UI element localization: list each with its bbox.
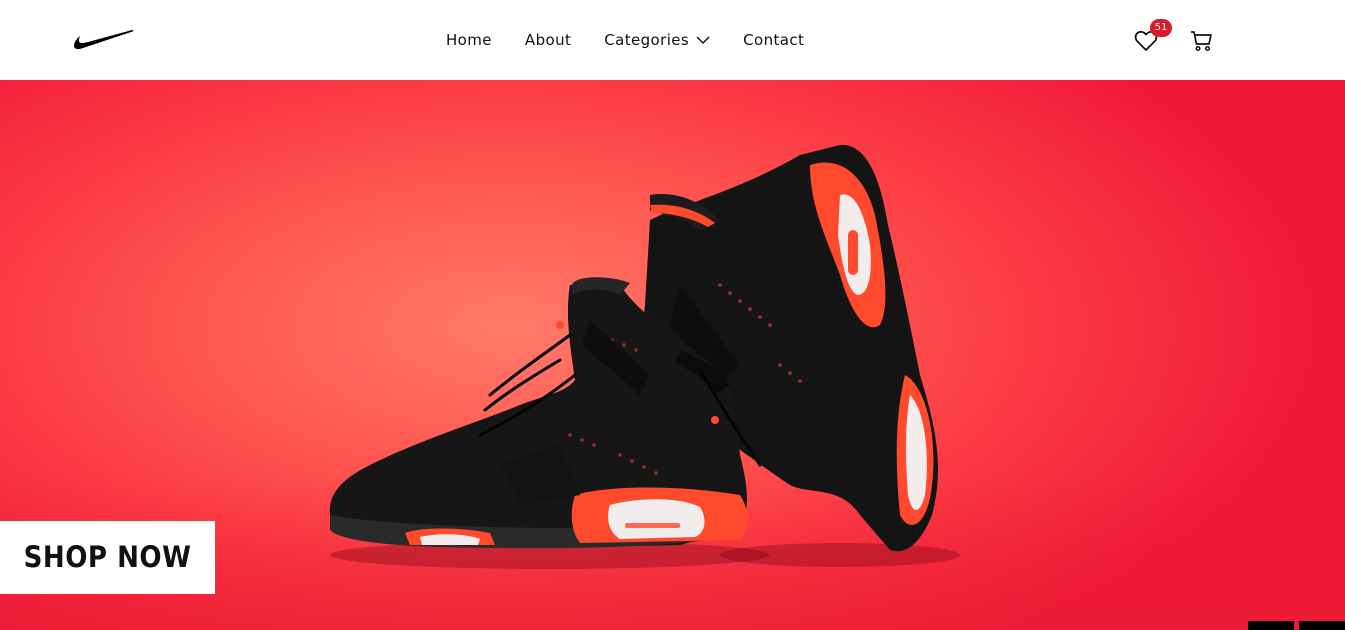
nav-categories-label: Categories	[604, 31, 690, 49]
site-header: Home About Categories Contact 51	[0, 0, 1345, 80]
carousel-prev-button[interactable]	[1248, 621, 1294, 630]
wishlist-count-badge: 51	[1150, 19, 1172, 37]
chevron-down-icon	[696, 35, 710, 44]
nav-categories-dropdown[interactable]: Categories	[604, 31, 710, 49]
carousel-next-button[interactable]	[1299, 621, 1345, 630]
hero-banner: SHOP NOW	[0, 80, 1345, 630]
nav-home-link[interactable]: Home	[446, 31, 492, 49]
swoosh-logo-icon[interactable]	[72, 28, 136, 52]
nav-contact-link[interactable]: Contact	[743, 31, 804, 49]
main-nav: Home About Categories Contact	[446, 0, 804, 80]
sneakers-product-image	[329, 144, 960, 569]
shop-now-button[interactable]: SHOP NOW	[0, 521, 215, 594]
nav-about-link[interactable]: About	[525, 31, 571, 49]
cart-icon[interactable]	[1190, 30, 1214, 52]
